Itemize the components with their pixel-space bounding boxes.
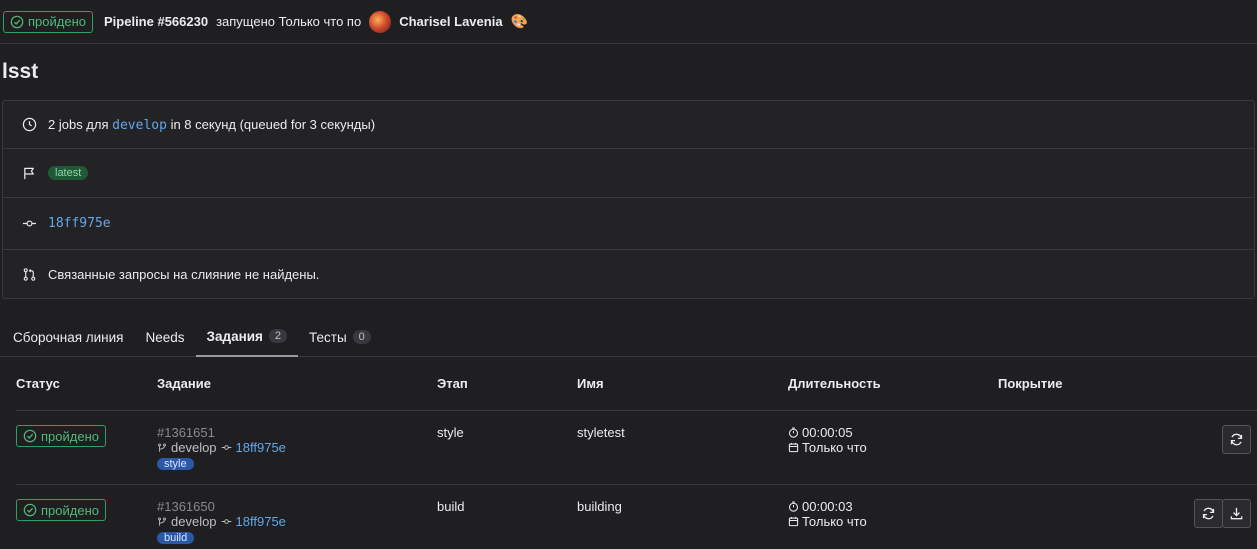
retry-icon: [1202, 507, 1215, 520]
jobs-count-text: 2 jobs для: [48, 116, 109, 132]
latest-badge: latest: [48, 166, 89, 180]
job-duration-cell: 00:00:05 Только что: [788, 425, 998, 484]
avatar[interactable]: [369, 10, 392, 33]
table-row: пройдено #1361651 develop 18ff975e style…: [16, 411, 1257, 485]
tab-label: Сборочная линия: [13, 329, 124, 345]
tab-label: Needs: [145, 329, 185, 345]
column-header-job: Задание: [157, 376, 211, 391]
commit-icon: [22, 220, 37, 227]
tab-label: Задания: [206, 328, 263, 344]
job-actions: [1222, 425, 1251, 454]
job-commit-link[interactable]: 18ff975e: [236, 514, 286, 529]
job-status-badge[interactable]: пройдено: [16, 499, 106, 521]
page-title: lsst: [2, 60, 39, 83]
retry-button[interactable]: [1194, 499, 1223, 528]
job-actions: [1194, 499, 1251, 528]
job-finished-time: Только что: [802, 514, 867, 529]
commit-icon: [221, 445, 231, 450]
merge-requests-text: Связанные запросы на слияние не найдены.: [48, 266, 320, 282]
tab-needs[interactable]: Needs: [135, 317, 196, 357]
jobs-table: Статус Задание Этап Имя Длительность Пок…: [16, 357, 1257, 549]
branch-link[interactable]: develop: [112, 118, 167, 133]
tab-count-badge: 0: [352, 330, 371, 344]
job-name: styletest: [577, 425, 625, 440]
job-status-cell: пройдено: [16, 499, 157, 549]
column-header-status: Статус: [16, 376, 60, 391]
jobs-summary-text: 2 jobs для develop in 8 секунд (queued f…: [48, 117, 375, 133]
job-ref-line: develop 18ff975e: [157, 514, 437, 529]
branch-icon: [158, 442, 166, 452]
branch-icon: [158, 516, 166, 526]
job-branch-link[interactable]: develop: [171, 440, 217, 455]
author-status-emoji: 🎨: [510, 13, 528, 29]
timer-icon: [788, 501, 799, 512]
check-circle-icon: [23, 503, 37, 517]
check-circle-icon: [10, 15, 24, 28]
table-header: Статус Задание Этап Имя Длительность Пок…: [16, 357, 1257, 411]
pipeline-trigger-text: запущено Только что по: [216, 14, 362, 29]
merge-request-icon: [23, 267, 36, 281]
job-finished-line: Только что: [788, 440, 998, 455]
column-header-duration: Длительность: [788, 376, 881, 391]
job-finished-line: Только что: [788, 514, 998, 529]
author-name[interactable]: Charisel Lavenia: [399, 14, 502, 29]
retry-icon: [1230, 433, 1243, 446]
job-branch-link[interactable]: develop: [171, 514, 217, 529]
jobs-summary-row: 2 jobs для develop in 8 секунд (queued f…: [3, 101, 1254, 149]
job-stage: style: [437, 425, 464, 440]
job-duration-cell: 00:00:03 Только что: [788, 499, 998, 549]
job-status-label: пройдено: [41, 502, 99, 518]
job-name: building: [577, 499, 622, 514]
column-header-stage: Этап: [437, 376, 468, 391]
tab-count-badge: 2: [268, 329, 288, 343]
job-commit-link[interactable]: 18ff975e: [236, 440, 286, 455]
clock-icon: [22, 117, 37, 132]
table-row: пройдено #1361650 develop 18ff975e build…: [16, 485, 1257, 549]
pipeline-status-badge[interactable]: пройдено: [3, 10, 93, 33]
tab-jobs[interactable]: Задания 2: [195, 317, 299, 357]
tags-row: latest: [3, 149, 1254, 198]
job-duration: 00:00:05: [802, 425, 853, 440]
job-stage-tag: build: [157, 532, 195, 544]
job-finished-time: Только что: [802, 440, 867, 455]
commit-row: 18ff975e: [3, 198, 1254, 250]
pipeline-header: пройдено Pipeline #566230 запущено Тольк…: [0, 0, 1257, 44]
job-duration-line: 00:00:03: [788, 499, 998, 514]
flag-icon: [24, 167, 34, 179]
job-status-cell: пройдено: [16, 425, 157, 484]
job-id-link[interactable]: #1361651: [157, 425, 437, 440]
tab-pipeline[interactable]: Сборочная линия: [13, 317, 135, 357]
pipeline-id: Pipeline #566230: [104, 14, 209, 29]
tab-label: Тесты: [309, 329, 347, 345]
column-header-name: Имя: [577, 376, 604, 391]
download-icon: [1230, 507, 1243, 520]
job-ref-line: develop 18ff975e: [157, 440, 437, 455]
pipeline-tabs: Сборочная линия Needs Задания 2 Тесты 0: [0, 317, 1257, 357]
download-artifacts-button[interactable]: [1222, 499, 1251, 528]
job-stage: build: [437, 499, 465, 514]
tab-tests[interactable]: Тесты 0: [298, 317, 382, 357]
job-cell: #1361651 develop 18ff975e style: [157, 425, 437, 484]
job-id-link[interactable]: #1361650: [157, 499, 437, 514]
calendar-icon: [788, 517, 799, 527]
merge-requests-row: Связанные запросы на слияние не найдены.: [3, 250, 1254, 298]
retry-button[interactable]: [1222, 425, 1251, 454]
commit-sha-link[interactable]: 18ff975e: [48, 216, 111, 231]
commit-icon: [221, 519, 231, 524]
timer-icon: [788, 427, 799, 438]
job-duration-line: 00:00:05: [788, 425, 998, 440]
check-circle-icon: [23, 429, 37, 443]
job-cell: #1361650 develop 18ff975e build: [157, 499, 437, 549]
jobs-duration-text: in 8 секунд (queued for 3 секунды): [170, 116, 376, 132]
job-duration: 00:00:03: [802, 499, 853, 514]
calendar-icon: [788, 443, 799, 453]
pipeline-info-panel: 2 jobs для develop in 8 секунд (queued f…: [2, 100, 1255, 299]
pipeline-status-label: пройдено: [28, 14, 86, 29]
column-header-coverage: Покрытие: [998, 376, 1063, 391]
job-status-label: пройдено: [41, 428, 99, 444]
job-status-badge[interactable]: пройдено: [16, 425, 106, 447]
job-stage-tag: style: [157, 458, 194, 470]
